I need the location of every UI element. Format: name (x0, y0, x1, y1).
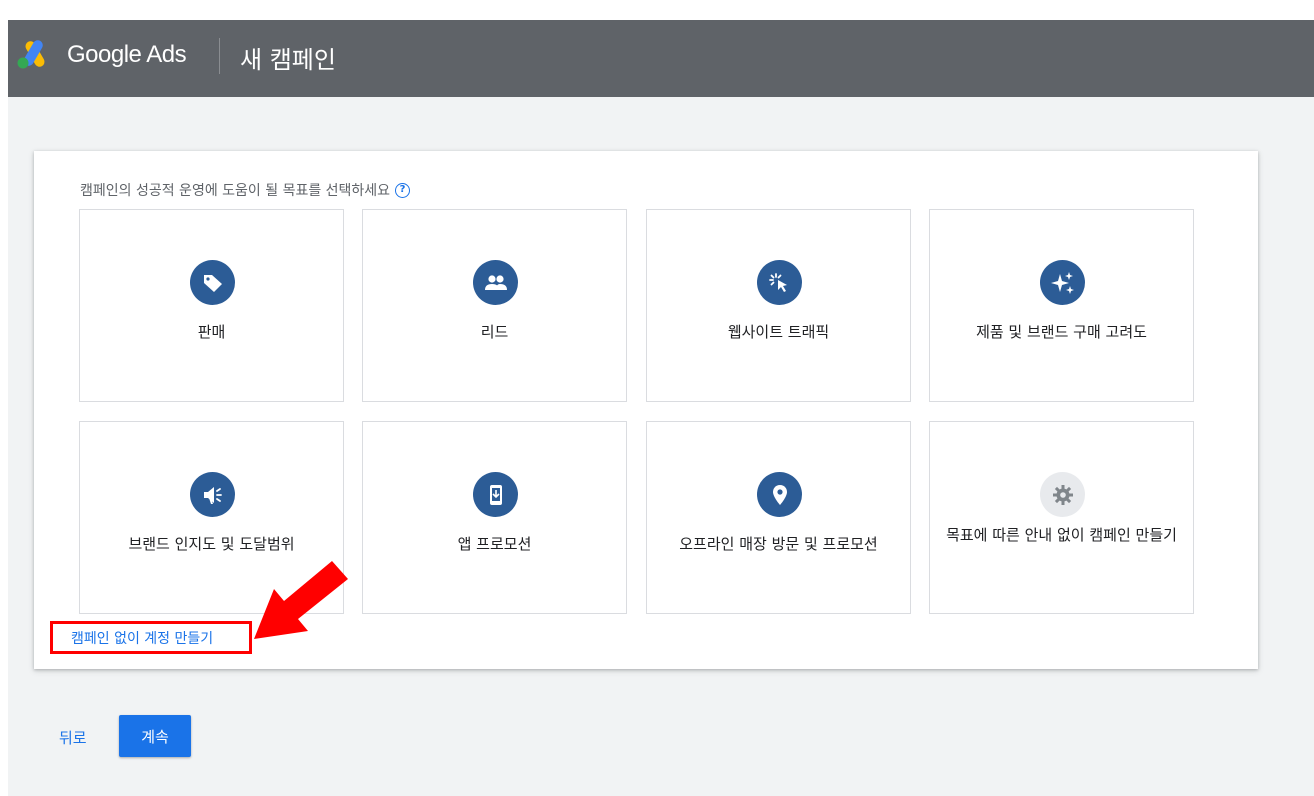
goal-tile-app-promotion[interactable]: 앱 프로모션 (362, 421, 627, 614)
goal-tile-website-traffic[interactable]: 웹사이트 트래픽 (646, 209, 911, 402)
goal-tile-label: 판매 (197, 323, 226, 341)
google-ads-logo-icon (17, 40, 45, 69)
create-account-without-campaign-text: 캠페인 없이 계정 만들기 (71, 630, 214, 647)
location-pin-icon (757, 472, 802, 517)
goal-tile-label: 브랜드 인지도 및 도달범위 (128, 535, 295, 553)
tag-icon (190, 260, 235, 305)
goal-tile-label: 앱 프로모션 (457, 535, 532, 553)
create-account-without-campaign-link[interactable]: 캠페인 없이 계정 만들기 (50, 621, 252, 654)
goal-tile-sales[interactable]: 판매 (79, 209, 344, 402)
megaphone-icon (190, 472, 235, 517)
goal-tile-label: 리드 (480, 323, 509, 341)
red-arrow-annotation-icon (254, 561, 348, 639)
back-button[interactable]: 뒤로 (59, 727, 87, 748)
goal-selection-card: 캠페인의 성공적 운영에 도움이 될 목표를 선택하세요 ? 판매 리드 웹사이… (34, 151, 1258, 669)
people-icon (473, 260, 518, 305)
goal-tile-label: 오프라인 매장 방문 및 프로모션 (679, 535, 878, 553)
help-icon[interactable]: ? (395, 182, 411, 198)
goal-tile-no-goal[interactable]: 목표에 따른 안내 없이 캠페인 만들기 (929, 421, 1194, 614)
goal-tile-label: 목표에 따른 안내 없이 캠페인 만들기 (946, 526, 1177, 544)
goal-tile-leads[interactable]: 리드 (362, 209, 627, 402)
goal-tile-store-visits[interactable]: 오프라인 매장 방문 및 프로모션 (646, 421, 911, 614)
goal-tile-label: 웹사이트 트래픽 (727, 323, 830, 341)
brand-name: Google Ads (67, 41, 187, 68)
app-root: Google Ads 새 캠페인 캠페인의 성공적 운영에 도움이 될 목표를 … (8, 20, 1314, 796)
continue-button[interactable]: 계속 (119, 715, 191, 757)
goal-tile-consideration[interactable]: 제품 및 브랜드 구매 고려도 (929, 209, 1194, 402)
goal-tile-label: 제품 및 브랜드 구매 고려도 (976, 323, 1147, 341)
cursor-click-icon (757, 260, 802, 305)
page-title: 새 캠페인 (240, 46, 336, 74)
top-bar: Google Ads 새 캠페인 (8, 20, 1314, 97)
goal-prompt: 캠페인의 성공적 운영에 도움이 될 목표를 선택하세요 ? (80, 180, 411, 200)
phone-download-icon (473, 472, 518, 517)
goal-prompt-text: 캠페인의 성공적 운영에 도움이 될 목표를 선택하세요 (80, 183, 391, 199)
gear-icon (1040, 472, 1085, 517)
header-divider (219, 38, 220, 74)
sparkle-icon (1040, 260, 1085, 305)
